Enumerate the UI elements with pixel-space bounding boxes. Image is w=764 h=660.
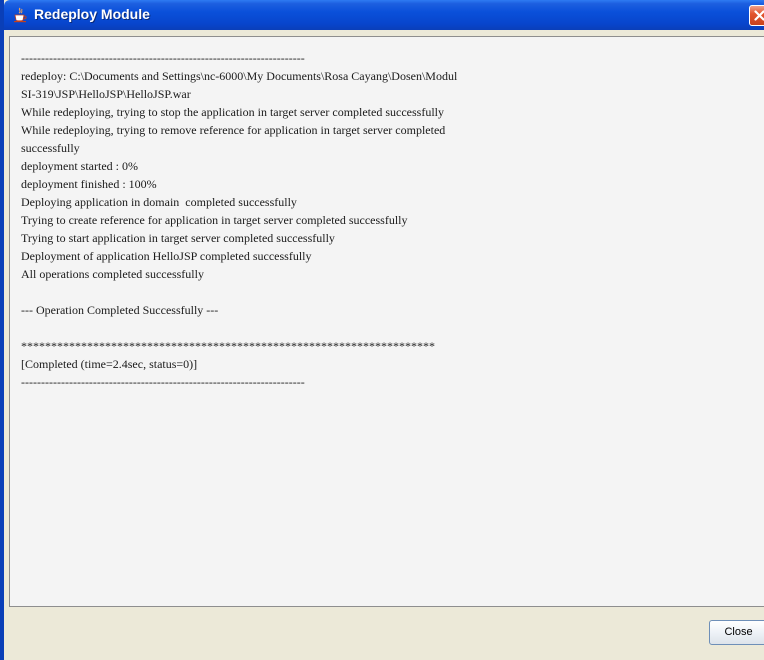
- log-line: Deployment of application HelloJSP compl…: [21, 249, 312, 263]
- log-line: redeploy: C:\Documents and Settings\nc-6…: [21, 69, 458, 83]
- redeploy-dialog: Redeploy Module ------------------------…: [0, 0, 764, 660]
- deployment-log: ----------------------------------------…: [21, 49, 457, 391]
- log-line: Trying to start application in target se…: [21, 231, 335, 245]
- close-icon: [754, 10, 764, 21]
- log-line: Deploying application in domain complete…: [21, 195, 297, 209]
- log-line: SI-319\JSP\HelloJSP\HelloJSP.war: [21, 87, 191, 101]
- close-button[interactable]: Close: [709, 620, 764, 645]
- log-line: While redeploying, trying to remove refe…: [21, 123, 446, 137]
- log-line: While redeploying, trying to stop the ap…: [21, 105, 444, 119]
- log-line: Trying to create reference for applicati…: [21, 213, 408, 227]
- log-line: ----------------------------------------…: [21, 51, 305, 65]
- log-line: successfully: [21, 141, 80, 155]
- log-line: deployment finished : 100%: [21, 177, 157, 191]
- log-line: ****************************************…: [21, 339, 435, 353]
- java-cup-icon: [12, 7, 28, 23]
- title-bar[interactable]: Redeploy Module: [4, 0, 764, 30]
- log-line: ----------------------------------------…: [21, 375, 305, 389]
- window-title: Redeploy Module: [34, 6, 150, 22]
- log-line: deployment started : 0%: [21, 159, 138, 173]
- window-close-button[interactable]: [749, 5, 764, 26]
- log-line: [Completed (time=2.4sec, status=0)]: [21, 357, 198, 371]
- log-line: All operations completed successfully: [21, 267, 204, 281]
- log-line: --- Operation Completed Successfully ---: [21, 303, 219, 317]
